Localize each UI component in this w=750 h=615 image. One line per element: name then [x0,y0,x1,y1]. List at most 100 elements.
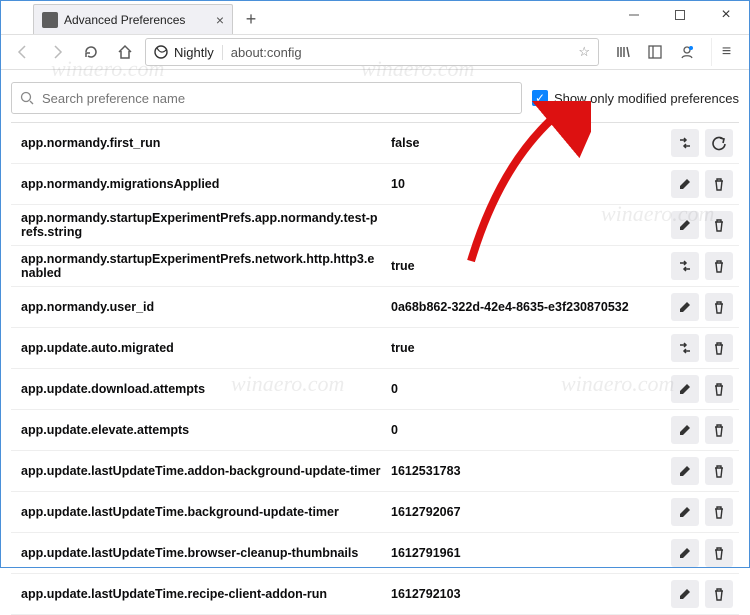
toggle-button[interactable] [671,129,699,157]
delete-icon [711,381,727,397]
edit-icon [677,586,693,602]
toggle-icon [677,135,693,151]
delete-button[interactable] [705,211,733,239]
account-icon [679,44,695,60]
pref-value: 1612792067 [391,505,671,519]
bookmark-star-button[interactable]: ☆ [578,44,590,60]
pref-actions [671,334,733,362]
show-modified-filter[interactable]: ✓ Show only modified preferences [532,90,739,106]
delete-button[interactable] [705,498,733,526]
toggle-button[interactable] [671,334,699,362]
prefs-table: app.normandy.first_runfalseapp.normandy.… [11,122,739,615]
delete-button[interactable] [705,293,733,321]
delete-icon [711,586,727,602]
pref-name: app.normandy.first_run [21,136,391,150]
delete-button[interactable] [705,375,733,403]
browser-tab[interactable]: Advanced Preferences × [33,4,233,34]
delete-button[interactable] [705,580,733,608]
reset-icon [711,135,727,151]
delete-button[interactable] [705,539,733,567]
home-icon [117,44,133,60]
edit-button[interactable] [671,498,699,526]
toolbar-right [609,38,701,66]
edit-button[interactable] [671,375,699,403]
pref-row: app.normandy.first_runfalse [11,123,739,164]
pref-row: app.normandy.migrationsApplied10 [11,164,739,205]
pref-actions [671,252,733,280]
search-box[interactable] [11,82,522,114]
pref-actions [671,211,733,239]
pref-row: app.update.lastUpdateTime.recipe-client-… [11,574,739,615]
maximize-icon [675,10,685,20]
window-minimize-button[interactable] [611,1,657,29]
edit-button[interactable] [671,457,699,485]
url-bar[interactable]: Nightly about:config ☆ [145,38,599,66]
pref-value: 0 [391,382,671,396]
delete-icon [711,463,727,479]
pref-row: app.normandy.startupExperimentPrefs.netw… [11,246,739,287]
forward-button[interactable] [43,38,71,66]
window-close-button[interactable]: × [703,1,749,29]
identity-label: Nightly [174,45,214,60]
pref-value: true [391,341,671,355]
tab-favicon [42,12,58,28]
sidebar-icon [647,44,663,60]
identity-box[interactable]: Nightly [154,45,223,60]
pref-actions [671,498,733,526]
edit-icon [677,217,693,233]
delete-icon [711,545,727,561]
delete-icon [711,422,727,438]
edit-icon [677,299,693,315]
delete-button[interactable] [705,170,733,198]
pref-actions [671,580,733,608]
delete-button[interactable] [705,457,733,485]
home-button[interactable] [111,38,139,66]
pref-value: true [391,259,671,273]
checkbox-checked-icon[interactable]: ✓ [532,90,548,106]
new-tab-button[interactable]: + [237,5,265,33]
forward-icon [49,44,65,60]
search-input[interactable] [42,91,513,106]
pref-value: 1612791961 [391,546,671,560]
back-button[interactable] [9,38,37,66]
pref-name: app.update.auto.migrated [21,341,391,355]
edit-button[interactable] [671,580,699,608]
pref-value: 1612531783 [391,464,671,478]
delete-button[interactable] [705,334,733,362]
account-button[interactable] [673,38,701,66]
reload-icon [83,44,99,60]
reload-button[interactable] [77,38,105,66]
edit-button[interactable] [671,211,699,239]
tab-close-icon[interactable]: × [216,12,224,28]
pref-actions [671,375,733,403]
pref-actions [671,457,733,485]
search-icon [20,91,34,105]
delete-button[interactable] [705,416,733,444]
edit-icon [677,176,693,192]
edit-button[interactable] [671,293,699,321]
delete-icon [711,258,727,274]
pref-name: app.update.elevate.attempts [21,423,391,437]
toggle-button[interactable] [671,252,699,280]
library-button[interactable] [609,38,637,66]
pref-name: app.update.lastUpdateTime.recipe-client-… [21,587,391,601]
edit-button[interactable] [671,170,699,198]
window-maximize-button[interactable] [657,1,703,29]
delete-icon [711,299,727,315]
pref-row: app.update.lastUpdateTime.addon-backgrou… [11,451,739,492]
back-icon [15,44,31,60]
delete-button[interactable] [705,252,733,280]
pref-value: 10 [391,177,671,191]
edit-button[interactable] [671,416,699,444]
edit-icon [677,463,693,479]
pref-name: app.normandy.migrationsApplied [21,177,391,191]
tab-title: Advanced Preferences [64,13,185,27]
sidebar-button[interactable] [641,38,669,66]
library-icon [615,44,631,60]
pref-name: app.normandy.startupExperimentPrefs.app.… [21,211,391,239]
edit-button[interactable] [671,539,699,567]
app-menu-button[interactable]: ≡ [711,38,741,66]
reset-button[interactable] [705,129,733,157]
search-row: ✓ Show only modified preferences [11,82,739,114]
edit-icon [677,422,693,438]
